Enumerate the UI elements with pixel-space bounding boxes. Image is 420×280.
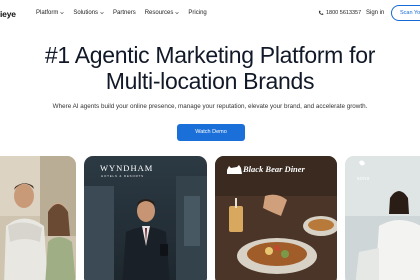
smiling-people-image [0, 156, 76, 280]
scan-button[interactable]: Scan You [391, 5, 420, 21]
brand-logo[interactable]: ieye [0, 9, 16, 19]
chevron-down-icon [175, 11, 180, 15]
menu-pricing[interactable]: Pricing [188, 10, 206, 16]
menu-resources[interactable]: Resources [145, 10, 180, 16]
main-menu: Platform Solutions Partners Resources Pr… [36, 10, 216, 16]
phone-link[interactable]: 1800 5613357 [318, 10, 361, 16]
menu-resources-label: Resources [144, 10, 174, 16]
menu-partners-label: Partners [113, 10, 136, 16]
customer-card-sono[interactable]: sono [345, 156, 420, 280]
customer-card-1[interactable] [0, 156, 76, 280]
menu-partners[interactable]: Partners [113, 10, 136, 16]
menu-solutions-label: Solutions [73, 10, 99, 16]
menu-solutions[interactable]: Solutions [73, 10, 104, 16]
menu-platform-label: Platform [36, 10, 59, 16]
menu-pricing-label: Pricing [188, 10, 207, 16]
phone-icon [318, 10, 324, 15]
watch-demo-button[interactable]: Watch Demo [177, 124, 245, 141]
signin-link[interactable]: Sign in [366, 10, 384, 16]
customer-card-wyndham[interactable]: WYNDHAM HOTELS & RESORTS [84, 156, 207, 280]
top-nav: ieye Platform Solutions Partners Resourc… [0, 0, 420, 30]
hero-subtitle: Where AI agents build your online presen… [52, 103, 368, 110]
menu-platform[interactable]: Platform [36, 10, 65, 16]
customer-card-blackbear[interactable]: Black Bear Diner [215, 156, 337, 280]
spa-woman-image [345, 156, 420, 280]
chevron-down-icon [100, 11, 104, 15]
hero-title-line1: #1 Agentic Marketing Platform for [44, 42, 376, 68]
diner-food-image [215, 156, 337, 280]
chevron-down-icon [60, 11, 65, 15]
phone-number: 1800 5613357 [326, 10, 362, 16]
sono-logo: sono [357, 176, 370, 182]
wyndham-tagline: HOTELS & RESORTS [101, 174, 144, 178]
wyndham-logo: WYNDHAM [100, 163, 154, 173]
hero-title-line2: Multi-location Brands [105, 68, 315, 94]
black-bear-diner-logo: Black Bear Diner [243, 164, 305, 174]
